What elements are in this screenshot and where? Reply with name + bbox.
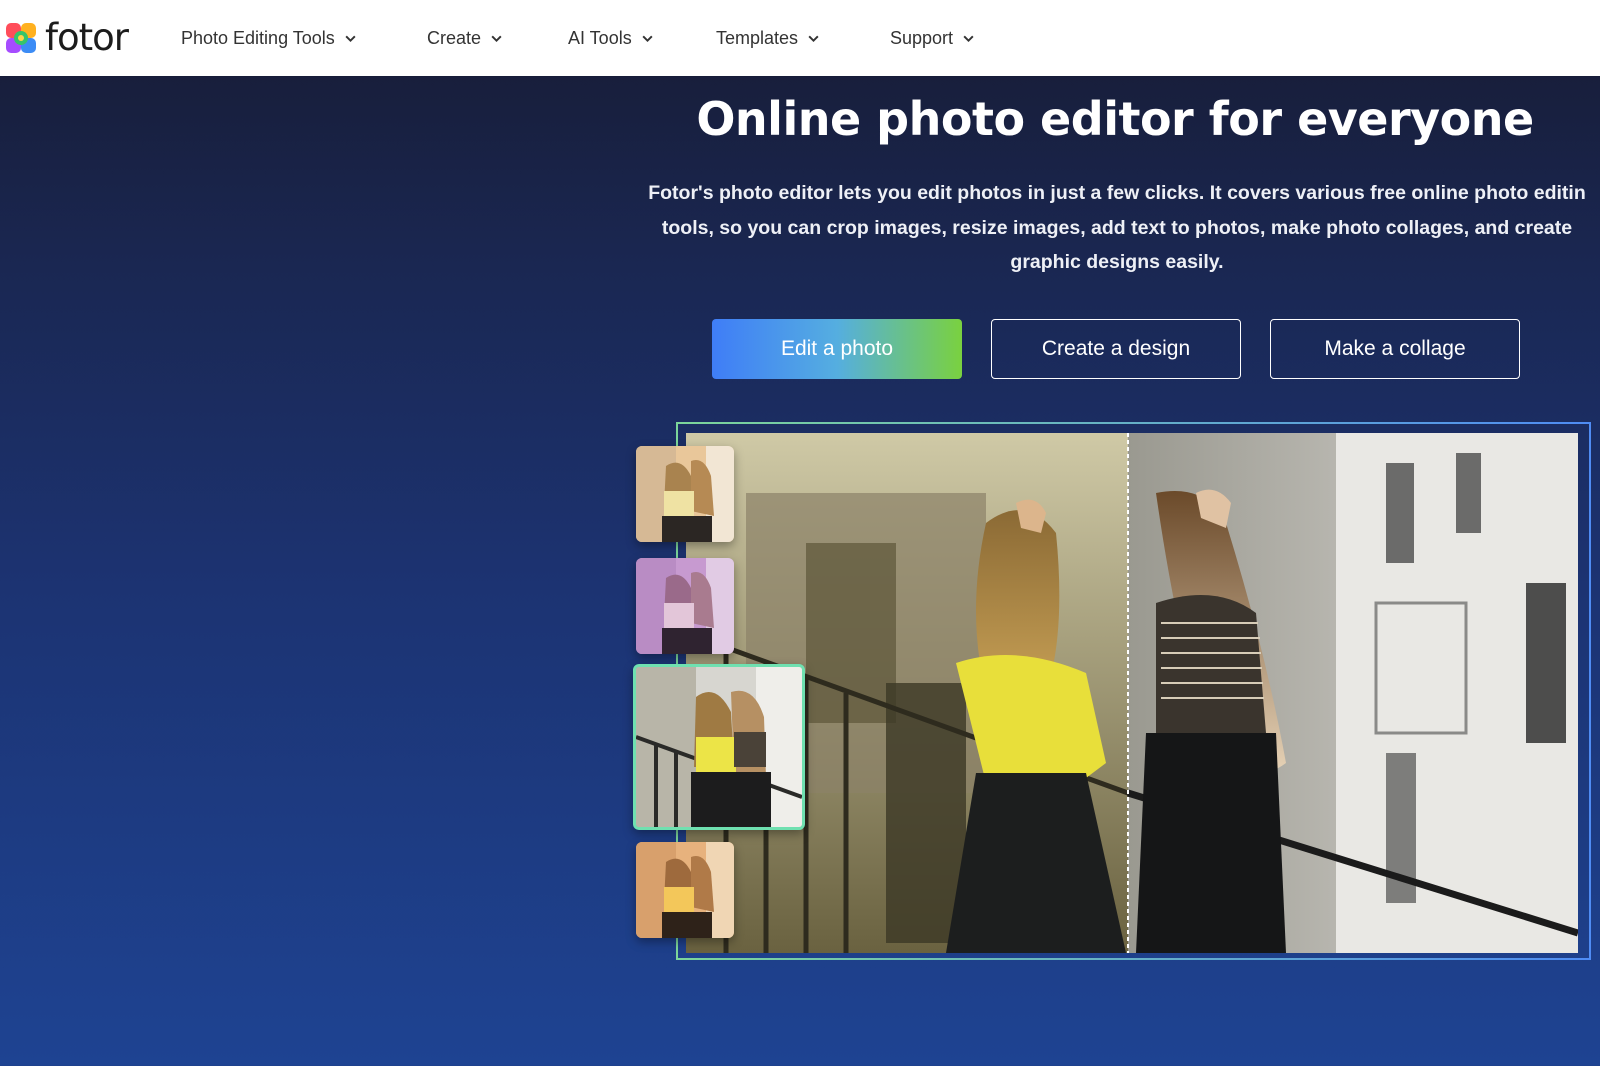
thumbnail-image: [636, 558, 734, 654]
hero-title: Online photo editor for everyone: [696, 92, 1534, 146]
thumbnail-image: [636, 446, 734, 542]
photo-illustration: [686, 433, 1578, 953]
thumbnail-vintage-filter[interactable]: [636, 842, 734, 938]
create-design-button[interactable]: Create a design: [991, 319, 1241, 379]
nav-label: Support: [890, 27, 954, 48]
photo-showcase: [676, 422, 1591, 960]
hero-description-line: Fotor's photo editor lets you edit photo…: [648, 182, 1586, 204]
fotor-logo[interactable]: fotor: [5, 16, 129, 59]
hero-description-line: tools, so you can crop images, resize im…: [661, 216, 1573, 239]
make-collage-button[interactable]: Make a collage: [1270, 319, 1520, 379]
chevron-down-icon: [963, 35, 974, 42]
hero-description: Fotor's photo editor lets you edit photo…: [602, 176, 1600, 280]
edit-photo-button[interactable]: Edit a photo: [712, 319, 962, 379]
nav-label: Templates: [716, 27, 799, 48]
chevron-down-icon: [345, 35, 356, 42]
nav-label: Photo Editing Tools: [181, 27, 335, 48]
chevron-down-icon: [808, 35, 819, 42]
chevron-down-icon: [491, 35, 502, 42]
hero-description-line: graphic designs easily.: [1010, 251, 1224, 273]
nav-photo-editing-tools[interactable]: Photo Editing Tools: [181, 26, 357, 50]
nav-ai-tools[interactable]: AI Tools: [568, 26, 654, 50]
nav-label: Create: [427, 27, 482, 48]
thumbnail-image: [636, 842, 734, 938]
logo-wordmark: fotor: [45, 16, 129, 59]
nav-label: AI Tools: [568, 27, 632, 48]
thumbnail-warm-filter[interactable]: [636, 446, 734, 542]
before-after-photo[interactable]: [686, 433, 1578, 953]
nav-templates[interactable]: Templates: [716, 26, 820, 50]
top-navigation-bar: fotor Photo Editing Tools Create AI Tool…: [0, 0, 1600, 76]
thumbnail-original[interactable]: [633, 664, 805, 830]
nav-create[interactable]: Create: [427, 26, 503, 50]
fotor-logo-icon: [6, 23, 36, 53]
thumbnail-purple-filter[interactable]: [636, 558, 734, 654]
chevron-down-icon: [642, 35, 653, 42]
thumbnail-image: [636, 667, 802, 827]
nav-support[interactable]: Support: [890, 26, 975, 50]
